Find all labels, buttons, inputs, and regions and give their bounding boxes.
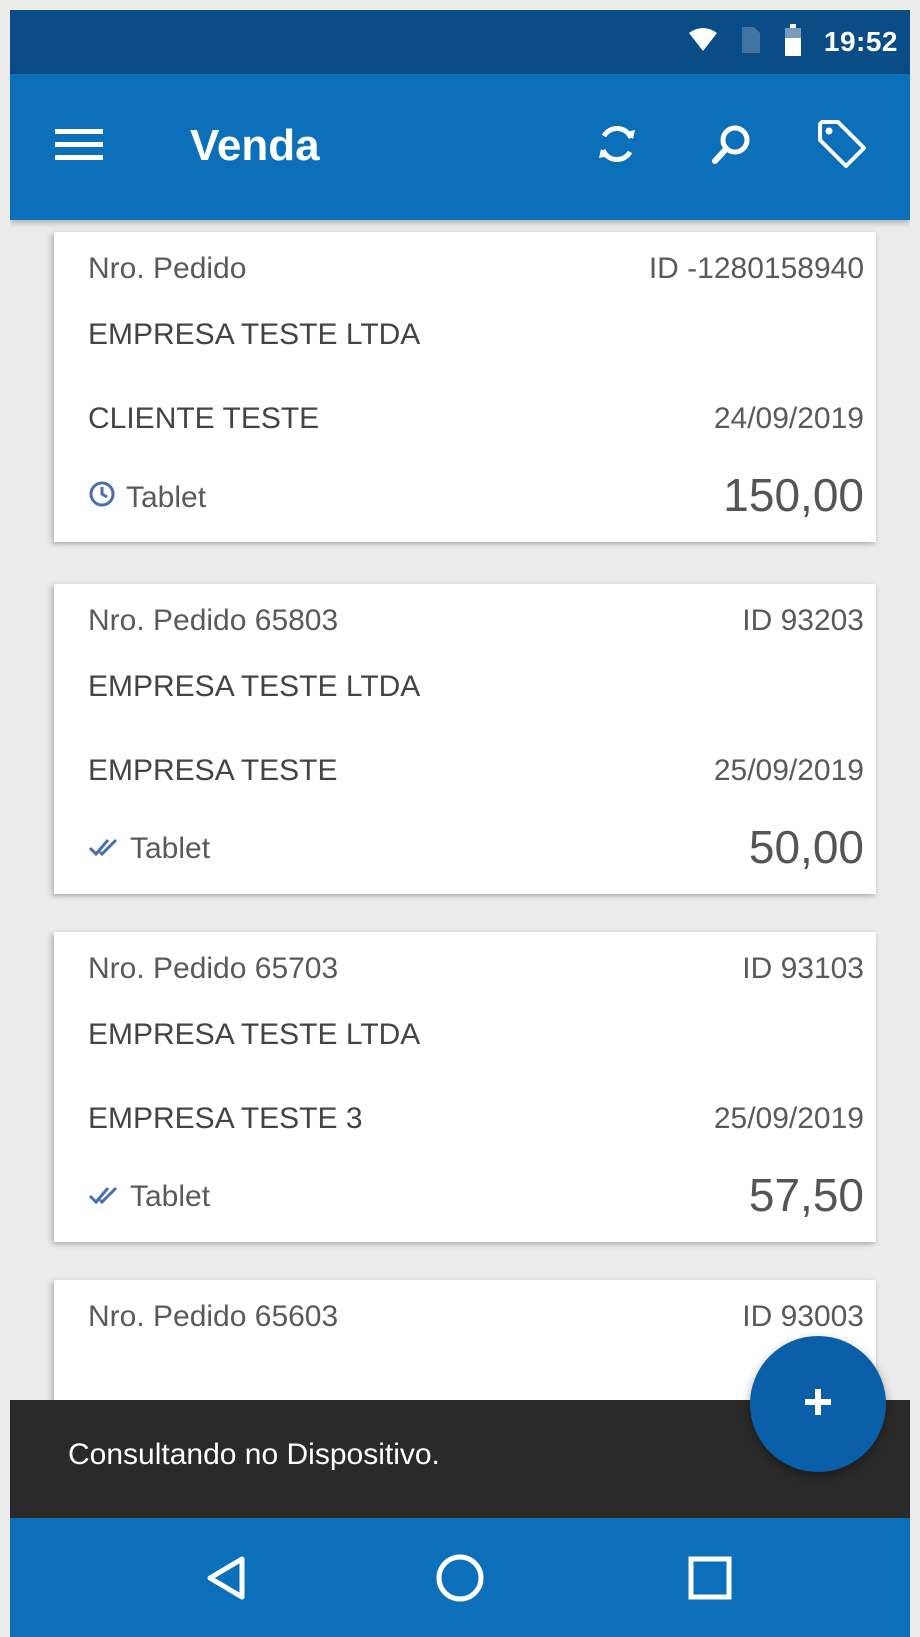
system-nav-bar	[10, 1518, 910, 1637]
order-card[interactable]: Nro. Pedido ID -1280158940 EMPRESA TESTE…	[54, 232, 876, 542]
back-button[interactable]	[186, 1540, 266, 1620]
sync-icon	[595, 122, 639, 171]
order-origin: Tablet	[88, 480, 206, 516]
client-name: CLIENTE TESTE	[88, 402, 320, 435]
order-date: 25/09/2019	[713, 1102, 864, 1135]
status-icons: 19:52	[688, 10, 898, 74]
plus-icon	[803, 1387, 833, 1422]
sync-button[interactable]	[585, 114, 649, 178]
app-bar: Venda	[10, 74, 910, 220]
clock-icon	[88, 480, 116, 516]
double-check-icon	[88, 832, 120, 866]
search-icon	[710, 122, 754, 171]
order-card[interactable]: Nro. Pedido 65703 ID 93103 EMPRESA TESTE…	[54, 932, 876, 1242]
status-time: 19:52	[823, 26, 898, 57]
add-order-button[interactable]	[750, 1336, 886, 1472]
page-title: Venda	[190, 121, 320, 170]
wifi-icon	[688, 27, 718, 58]
order-number: Nro. Pedido 65603	[88, 1300, 339, 1333]
recents-icon	[687, 1555, 733, 1606]
client-name: EMPRESA TESTE	[88, 754, 338, 787]
recents-button[interactable]	[670, 1540, 750, 1620]
origin-label: Tablet	[130, 1180, 211, 1213]
origin-label: Tablet	[126, 481, 207, 514]
double-check-icon	[88, 1180, 120, 1214]
order-id: ID 93103	[742, 952, 864, 985]
home-icon	[434, 1552, 486, 1609]
device-screen: 19:52 Venda Nro. Pedido ID -1280158940 E…	[10, 10, 910, 1637]
order-total: 50,00	[748, 821, 864, 873]
status-bar: 19:52	[10, 10, 910, 74]
order-origin: Tablet	[88, 832, 210, 866]
order-date: 24/09/2019	[713, 402, 864, 435]
sim-icon	[740, 25, 762, 60]
order-id: ID -1280158940	[648, 252, 864, 285]
order-total: 57,50	[748, 1169, 864, 1221]
client-name: EMPRESA TESTE 3	[88, 1102, 363, 1135]
menu-icon	[55, 127, 103, 168]
order-id: ID 93003	[742, 1300, 864, 1333]
company-name: EMPRESA TESTE LTDA	[88, 318, 421, 351]
order-id: ID 93203	[742, 604, 864, 637]
order-origin: Tablet	[88, 1180, 210, 1214]
menu-button[interactable]	[54, 122, 104, 172]
order-number: Nro. Pedido	[88, 252, 247, 285]
back-icon	[202, 1553, 250, 1608]
tag-icon	[816, 118, 868, 175]
snackbar-message: Consultando no Dispositivo.	[68, 1438, 440, 1471]
order-total: 150,00	[723, 469, 864, 521]
company-name: EMPRESA TESTE LTDA	[88, 1018, 421, 1051]
order-card[interactable]: Nro. Pedido 65803 ID 93203 EMPRESA TESTE…	[54, 584, 876, 894]
home-button[interactable]	[420, 1540, 500, 1620]
company-name: EMPRESA TESTE LTDA	[88, 670, 421, 703]
order-number: Nro. Pedido 65703	[88, 952, 339, 985]
order-date: 25/09/2019	[713, 754, 864, 787]
search-button[interactable]	[700, 114, 764, 178]
origin-label: Tablet	[130, 832, 211, 865]
order-number: Nro. Pedido 65803	[88, 604, 339, 637]
tag-button[interactable]	[810, 114, 874, 178]
battery-icon	[784, 23, 802, 61]
